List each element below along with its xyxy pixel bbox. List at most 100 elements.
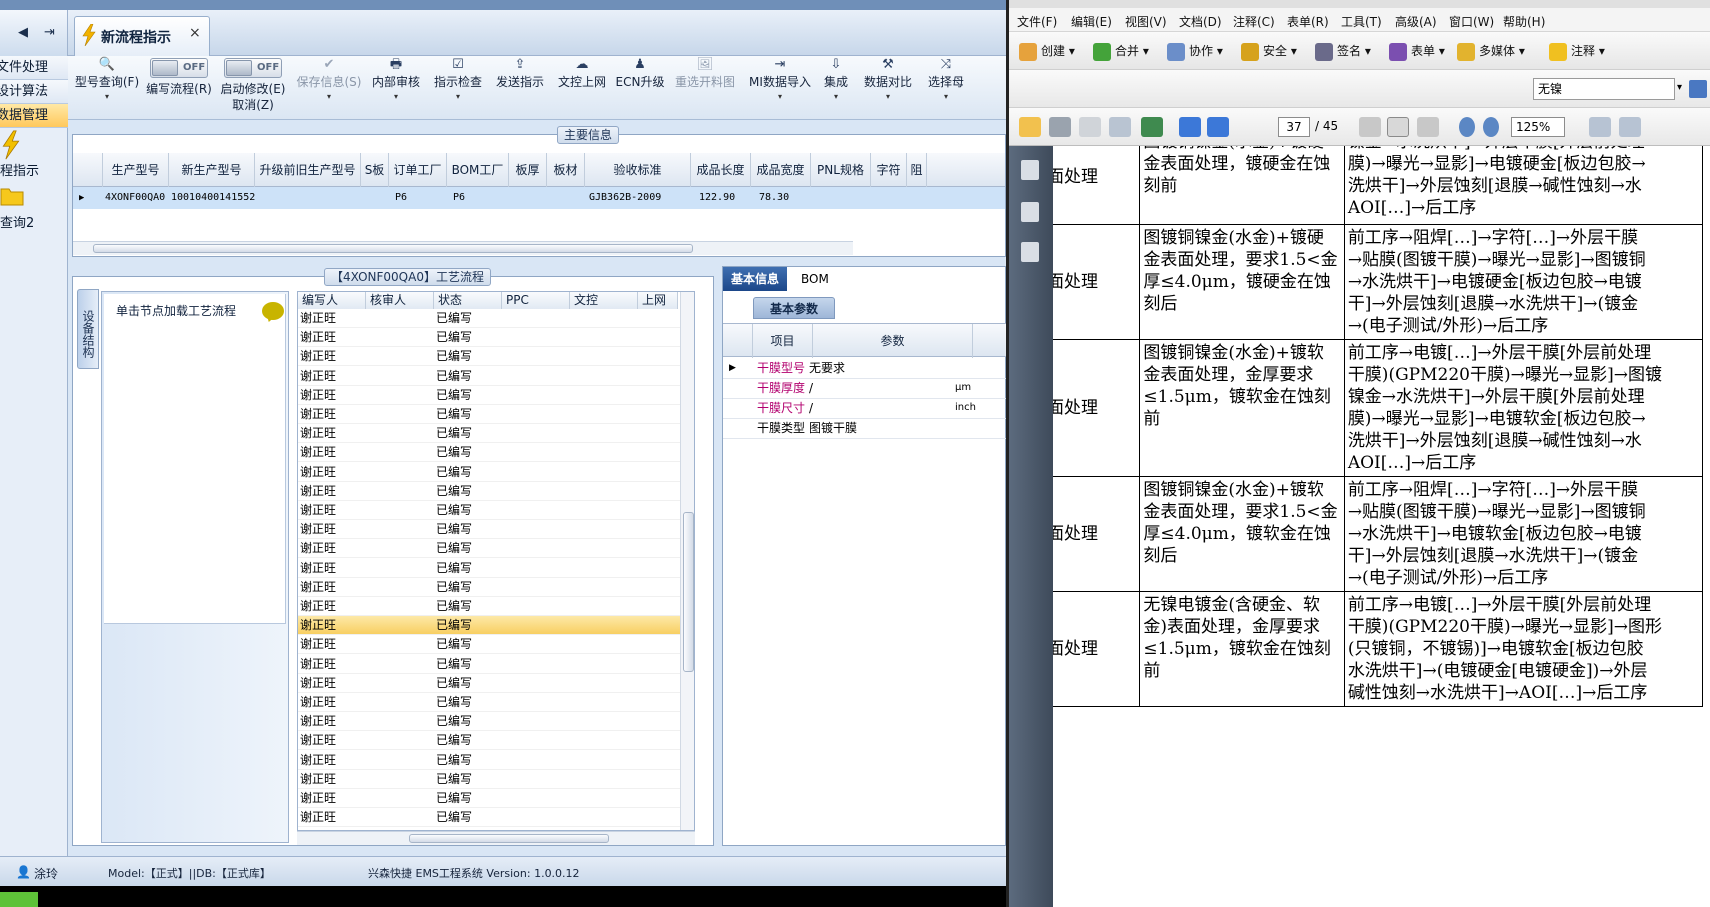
arrow-down-icon[interactable] bbox=[1207, 117, 1229, 137]
sign-button[interactable]: 签名 ▾ bbox=[1315, 42, 1371, 61]
table-row[interactable]: 谢正旺 已编写 bbox=[298, 367, 694, 386]
send-instruction-button[interactable]: ⇪ 发送指示 bbox=[492, 56, 548, 120]
column-header[interactable]: 阻 bbox=[907, 153, 927, 187]
tab-new-flow[interactable]: 新流程指示 × bbox=[74, 16, 210, 56]
tab-basic-info[interactable]: 基本信息 bbox=[723, 267, 788, 291]
column-header[interactable]: 字符 bbox=[871, 153, 907, 187]
table-row[interactable]: 谢正旺 已编写 bbox=[298, 347, 694, 367]
table-cell[interactable]: 已编写 bbox=[436, 386, 472, 405]
vertical-scrollbar[interactable] bbox=[680, 292, 694, 830]
table-cell[interactable]: 谢正旺 bbox=[300, 424, 336, 443]
column-header[interactable]: PPC bbox=[502, 292, 570, 309]
table-row[interactable]: 谢正旺 已编写 bbox=[298, 635, 694, 655]
node-tree-inner[interactable]: 单击节点加载工艺流程 bbox=[104, 294, 286, 624]
table-cell[interactable]: 已编写 bbox=[436, 424, 472, 443]
menu-view[interactable]: 视图(V) bbox=[1125, 13, 1167, 30]
horizontal-scrollbar[interactable] bbox=[73, 241, 853, 255]
scrollbar-thumb[interactable] bbox=[93, 244, 693, 253]
table-cell[interactable]: 已编写 bbox=[436, 539, 472, 558]
param-row[interactable]: 干膜尺寸 / inch bbox=[723, 397, 1006, 419]
table-cell[interactable]: 谢正旺 bbox=[300, 347, 336, 366]
table-cell[interactable]: 谢正旺 bbox=[300, 635, 336, 654]
param-row[interactable]: ▶ 干膜型号 无要求 bbox=[723, 357, 1006, 379]
menu-edit[interactable]: 编辑(E) bbox=[1071, 13, 1112, 30]
taskbar-item[interactable] bbox=[0, 892, 38, 907]
table-row[interactable]: 谢正旺 已编写 bbox=[298, 386, 694, 405]
toggle-switch[interactable]: OFF bbox=[150, 58, 208, 78]
menu-help[interactable]: 帮助(H) bbox=[1503, 13, 1545, 30]
menu-forms[interactable]: 表单(R) bbox=[1287, 13, 1329, 30]
page-number-input[interactable]: 37 bbox=[1278, 117, 1310, 137]
dropdown-arrow-icon[interactable]: ▾ bbox=[920, 90, 972, 104]
column-header[interactable]: 验收标准 bbox=[585, 153, 691, 187]
table-cell[interactable]: 谢正旺 bbox=[300, 309, 336, 328]
table-cell[interactable]: 已编写 bbox=[436, 770, 472, 789]
integrate-button[interactable]: ⇩ 集成 ▾ bbox=[816, 56, 856, 120]
horizontal-scrollbar[interactable] bbox=[297, 831, 695, 845]
secure-button[interactable]: 安全 ▾ bbox=[1241, 42, 1297, 61]
scrollbar-thumb[interactable] bbox=[683, 512, 694, 672]
menu-document[interactable]: 文档(D) bbox=[1179, 13, 1222, 30]
menu-tools[interactable]: 工具(T) bbox=[1341, 13, 1382, 30]
start-edit-toggle[interactable]: OFF 启动修改(E) 取消(Z) bbox=[218, 56, 288, 120]
column-header[interactable]: 生产型号 bbox=[103, 153, 169, 187]
dropdown-arrow-icon[interactable]: ▾ bbox=[294, 90, 364, 104]
table-cell[interactable]: 谢正旺 bbox=[300, 597, 336, 616]
multimedia-button[interactable]: 多媒体 ▾ bbox=[1457, 42, 1525, 61]
table-cell[interactable]: 谢正旺 bbox=[300, 731, 336, 750]
mi-import-button[interactable]: ⇥ MI数据导入 ▾ bbox=[746, 56, 814, 120]
column-header[interactable]: PNL规格 bbox=[811, 153, 871, 187]
close-icon[interactable]: × bbox=[189, 25, 201, 41]
sidebar-item-data[interactable]: 数据管理 bbox=[0, 104, 68, 128]
column-header[interactable]: 项目 bbox=[753, 324, 813, 358]
table-cell[interactable]: 已编写 bbox=[436, 405, 472, 424]
table-row[interactable]: 谢正旺 已编写 bbox=[298, 559, 694, 578]
table-cell[interactable]: 已编写 bbox=[436, 443, 472, 462]
tab-basic-params[interactable]: 基本参数 bbox=[753, 297, 836, 319]
table-cell[interactable]: 谢正旺 bbox=[300, 386, 336, 405]
table-cell[interactable]: P6 bbox=[453, 187, 465, 209]
data-compare-button[interactable]: ⚒ 数据对比 ▾ bbox=[860, 56, 916, 120]
column-header[interactable]: 上网 bbox=[638, 292, 678, 309]
chevron-down-icon[interactable]: ▾ bbox=[1677, 82, 1682, 93]
param-value[interactable]: 无要求 bbox=[809, 357, 845, 379]
table-row[interactable]: 谢正旺 已编写 bbox=[298, 712, 694, 732]
table-cell[interactable]: 谢正旺 bbox=[300, 328, 336, 347]
table-cell[interactable]: 已编写 bbox=[436, 751, 472, 770]
column-header[interactable]: 订单工厂 bbox=[389, 153, 447, 187]
table-cell[interactable]: 谢正旺 bbox=[300, 751, 336, 770]
table-row[interactable]: 谢正旺 已编写 bbox=[298, 405, 694, 424]
ecn-upgrade-button[interactable]: ♟ ECN升级 bbox=[614, 56, 666, 120]
table-cell[interactable]: 谢正旺 bbox=[300, 443, 336, 462]
select-parent-button[interactable]: ⤨ 选择母 ▾ bbox=[920, 56, 972, 120]
table-cell[interactable]: 已编写 bbox=[436, 789, 472, 808]
arrow-up-icon[interactable] bbox=[1179, 117, 1201, 137]
write-flow-toggle[interactable]: OFF 编写流程(R) bbox=[144, 56, 214, 120]
column-header[interactable]: 新生产型号 bbox=[169, 153, 255, 187]
menu-window[interactable]: 窗口(W) bbox=[1449, 13, 1494, 30]
reselect-cutting-button[interactable]: 🖼 重选开料图 bbox=[670, 56, 740, 120]
tab-bom[interactable]: BOM bbox=[793, 267, 837, 291]
table-cell[interactable]: 谢正旺 bbox=[300, 501, 336, 520]
zoom-tool-icon[interactable] bbox=[1417, 117, 1439, 137]
table-cell[interactable]: 已编写 bbox=[436, 559, 472, 578]
email-icon[interactable] bbox=[1109, 117, 1131, 137]
table-cell[interactable]: P6 bbox=[395, 187, 407, 209]
table-row[interactable]: 谢正旺 已编写 bbox=[298, 309, 694, 328]
table-row[interactable]: 谢正旺 已编写 bbox=[298, 328, 694, 348]
cancel-label[interactable]: 取消(Z) bbox=[218, 97, 288, 113]
column-header[interactable]: 状态 bbox=[434, 292, 502, 309]
table-cell[interactable]: 已编写 bbox=[436, 367, 472, 386]
table-cell[interactable]: 谢正旺 bbox=[300, 463, 336, 482]
dropdown-arrow-icon[interactable]: ▾ bbox=[72, 90, 142, 104]
param-value[interactable]: / bbox=[809, 397, 813, 419]
table-cell[interactable]: 谢正旺 bbox=[300, 789, 336, 808]
table-row[interactable]: 谢正旺 已编写 bbox=[298, 789, 694, 808]
dropdown-arrow-icon[interactable]: ▾ bbox=[368, 90, 424, 104]
table-cell[interactable]: 已编写 bbox=[436, 808, 472, 827]
table-cell[interactable]: 4XONF00QA0 bbox=[105, 187, 165, 209]
table-cell[interactable]: 谢正旺 bbox=[300, 674, 336, 693]
menu-file[interactable]: 文件(F) bbox=[1017, 13, 1057, 30]
print-icon[interactable] bbox=[1049, 117, 1071, 137]
table-cell[interactable]: 已编写 bbox=[436, 328, 472, 347]
